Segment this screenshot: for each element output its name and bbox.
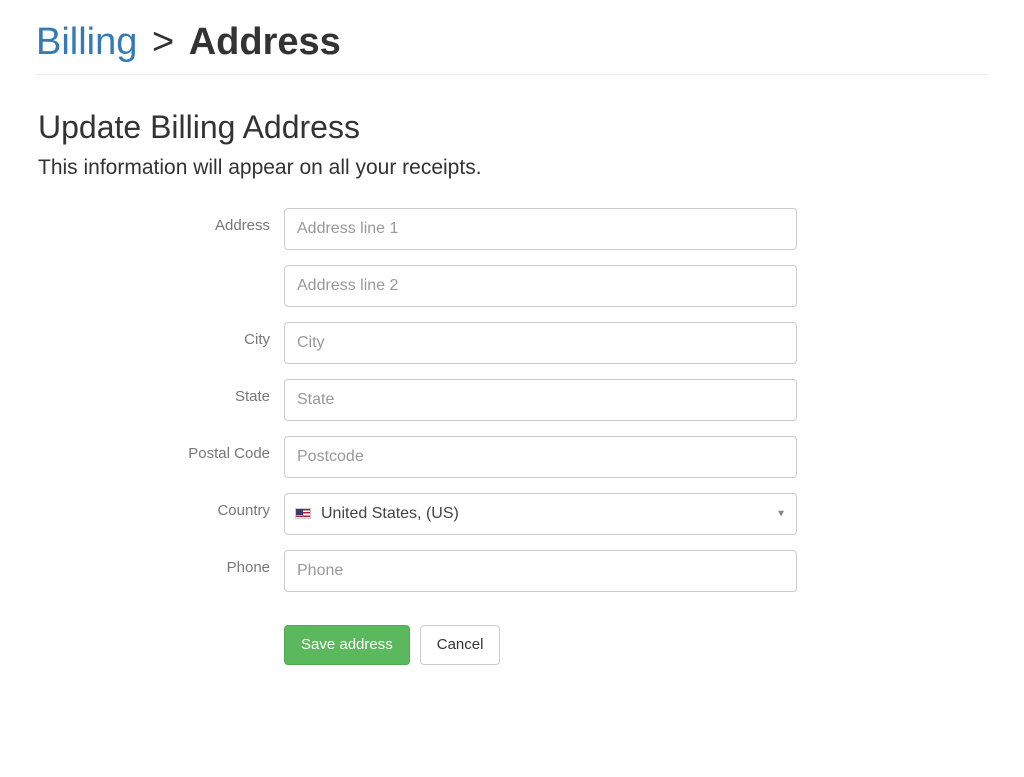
us-flag-icon	[295, 508, 311, 519]
postal-label: Postal Code	[38, 436, 284, 462]
address-label: Address	[38, 208, 284, 234]
country-selected-text: United States, (US)	[321, 505, 459, 523]
breadcrumb: Billing > Address	[36, 22, 988, 75]
phone-input[interactable]	[284, 550, 797, 592]
chevron-down-icon: ▼	[776, 508, 786, 519]
save-address-button[interactable]: Save address	[284, 625, 410, 665]
cancel-button[interactable]: Cancel	[420, 625, 501, 665]
breadcrumb-separator: >	[152, 21, 174, 63]
page-subtitle: This information will appear on all your…	[38, 156, 986, 180]
state-input[interactable]	[284, 379, 797, 421]
phone-label: Phone	[38, 550, 284, 576]
breadcrumb-link-billing[interactable]: Billing	[36, 21, 137, 63]
address-line2-input[interactable]	[284, 265, 797, 307]
city-input[interactable]	[284, 322, 797, 364]
billing-address-form: Address City State Postal Code	[38, 208, 986, 665]
breadcrumb-current: Address	[189, 21, 341, 63]
city-label: City	[38, 322, 284, 348]
state-label: State	[38, 379, 284, 405]
postal-input[interactable]	[284, 436, 797, 478]
page-title: Update Billing Address	[38, 109, 986, 146]
country-label: Country	[38, 493, 284, 519]
country-select[interactable]: United States, (US) ▼	[284, 493, 797, 535]
address-line1-input[interactable]	[284, 208, 797, 250]
